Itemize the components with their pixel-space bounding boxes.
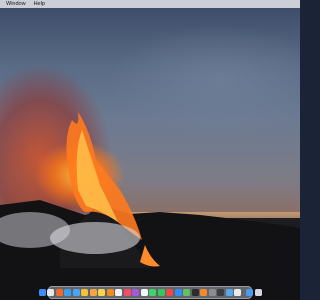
textedit-icon[interactable]	[234, 289, 241, 296]
facetime-icon[interactable]	[157, 289, 165, 296]
activity-icon[interactable]	[217, 289, 224, 296]
reminders-icon[interactable]	[115, 289, 122, 296]
terminal-icon[interactable]	[191, 289, 199, 296]
dock	[38, 286, 262, 299]
maps-icon[interactable]	[183, 289, 190, 296]
books-icon[interactable]	[200, 289, 207, 296]
music-icon[interactable]	[123, 289, 131, 296]
menu-bar: Window Help	[0, 0, 300, 8]
menu-window[interactable]: Window	[6, 0, 26, 8]
launchpad-icon[interactable]	[47, 289, 54, 296]
mail-icon[interactable]	[72, 289, 80, 296]
firefox-icon[interactable]	[55, 289, 63, 296]
settings-icon[interactable]	[208, 289, 216, 296]
notes-icon[interactable]	[98, 289, 105, 296]
calendar-icon[interactable]	[140, 289, 148, 296]
messages-icon[interactable]	[149, 289, 156, 296]
preview-icon[interactable]	[225, 289, 233, 296]
volcano-illustration	[0, 112, 300, 300]
vlc-icon[interactable]	[106, 289, 114, 296]
safari-icon[interactable]	[64, 289, 71, 296]
menu-help[interactable]: Help	[34, 0, 45, 8]
trash-icon[interactable]	[254, 289, 262, 296]
news-icon[interactable]	[166, 289, 173, 296]
appstore-icon[interactable]	[174, 289, 182, 296]
downloads-folder-icon[interactable]	[246, 289, 253, 296]
finder-icon[interactable]	[38, 289, 46, 296]
photos-icon[interactable]	[89, 289, 97, 296]
chrome-icon[interactable]	[81, 289, 88, 296]
podcasts-icon[interactable]	[132, 289, 139, 296]
